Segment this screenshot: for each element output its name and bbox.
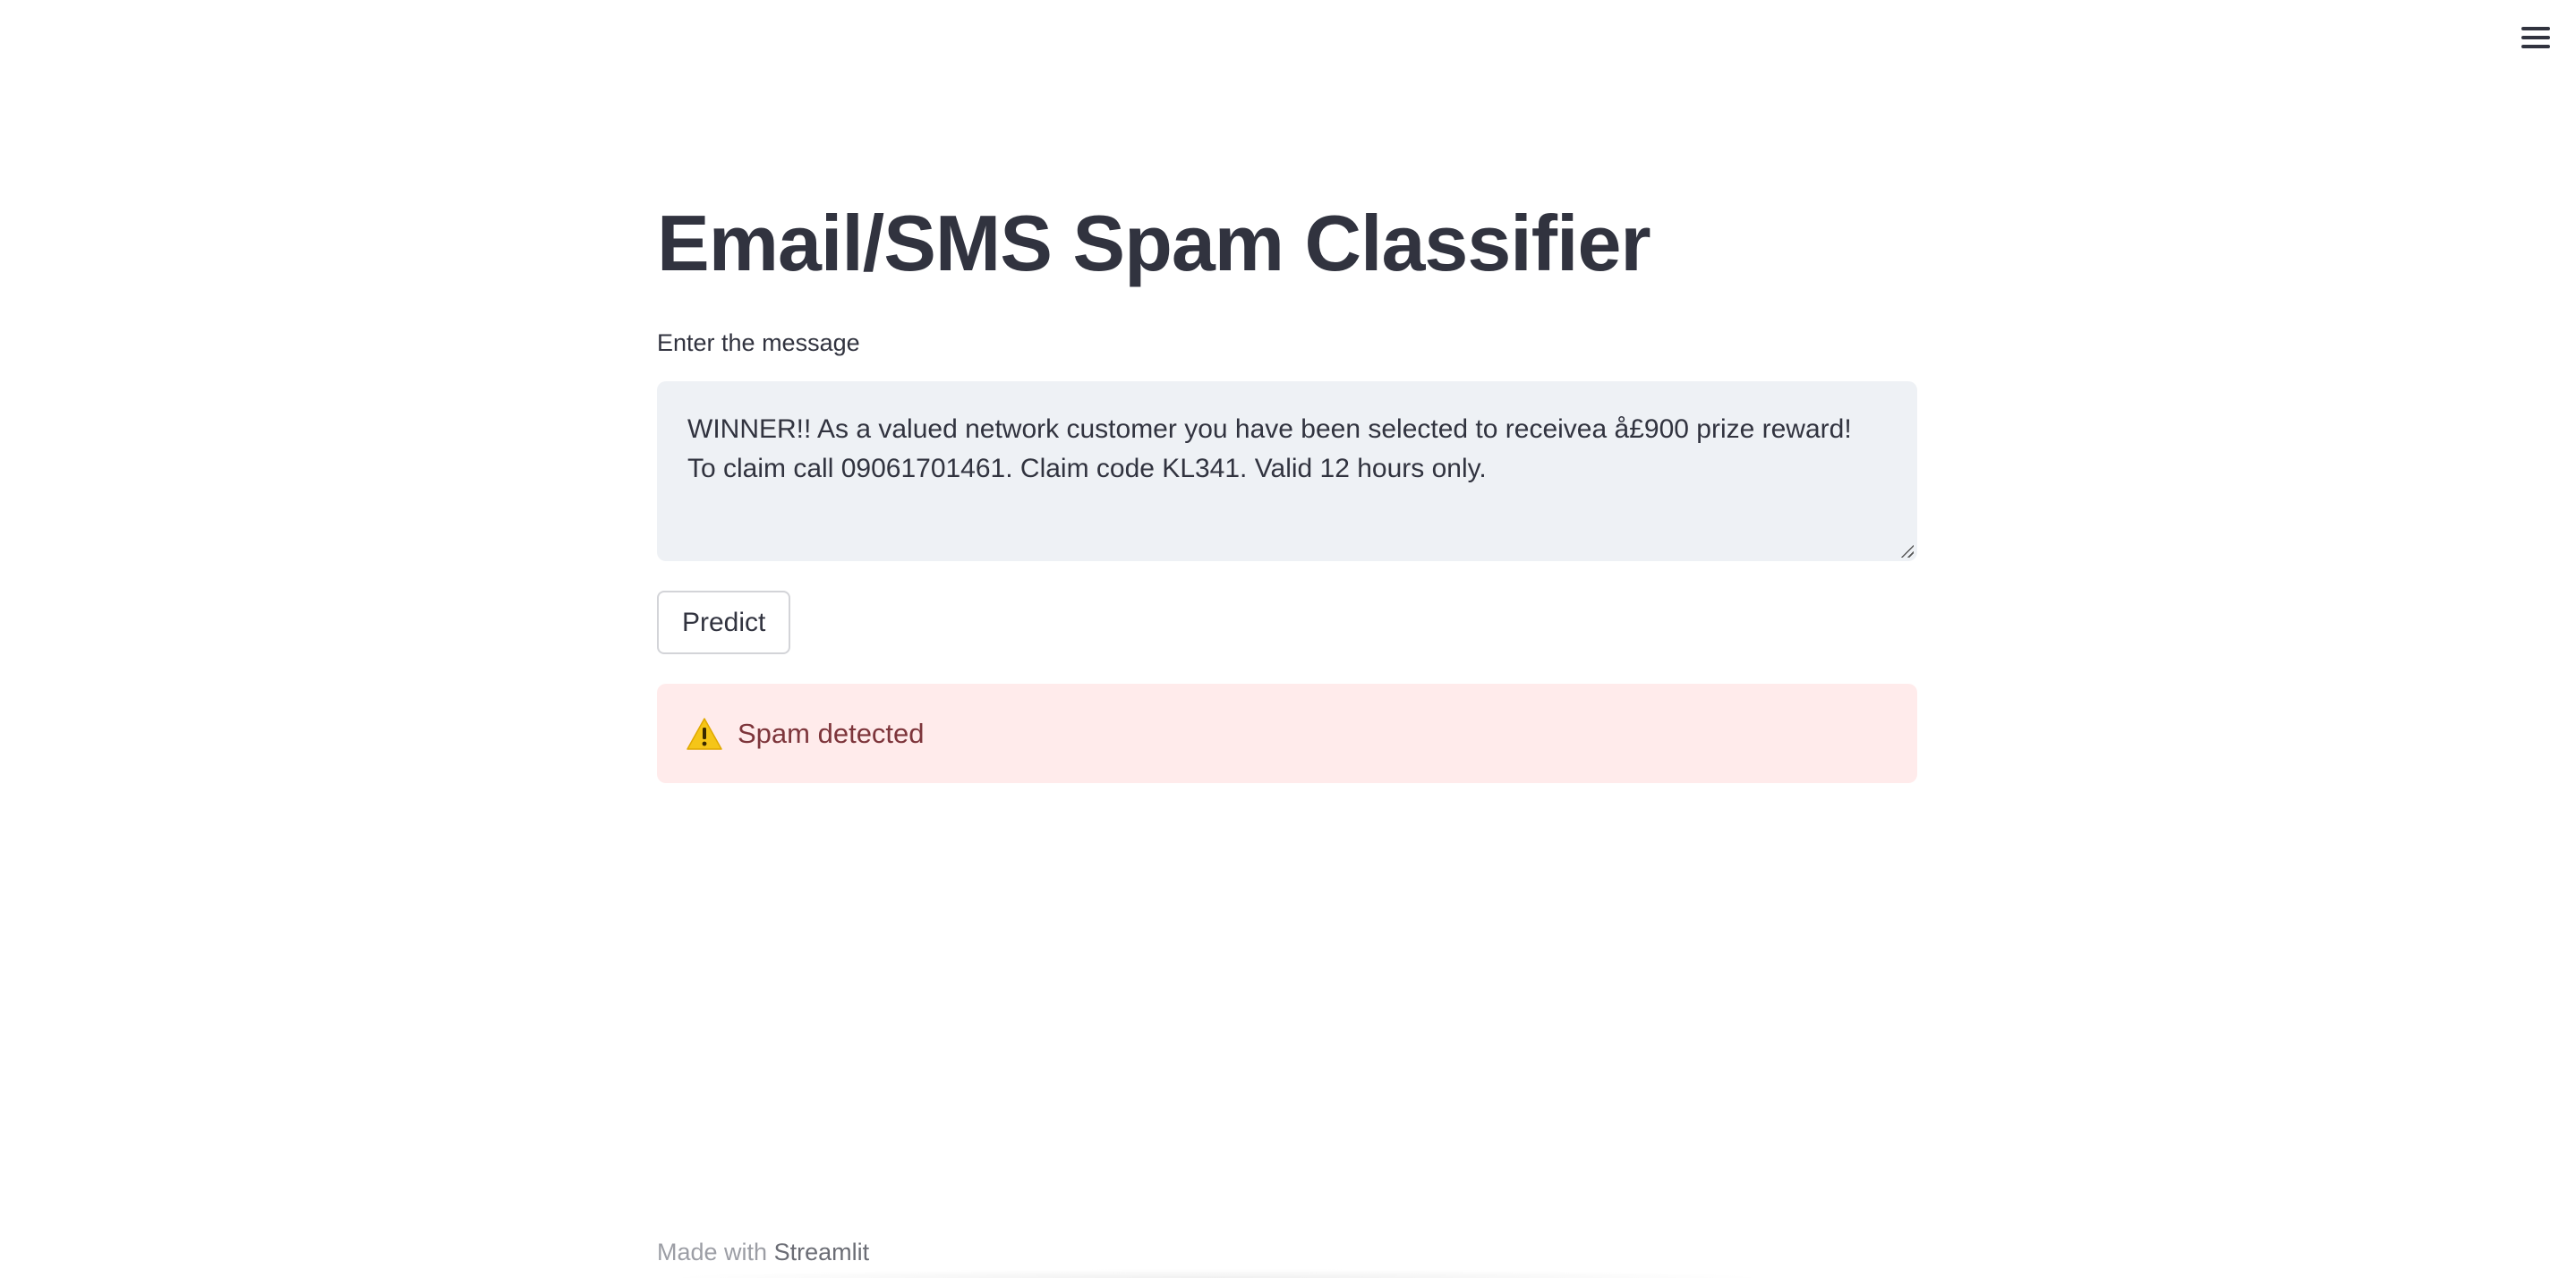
spam-result-alert: Spam detected (657, 684, 1917, 783)
message-text: WINNER!! As a valued network customer yo… (687, 414, 1852, 483)
main-menu-button[interactable] (2517, 21, 2555, 54)
hamburger-menu-icon (2521, 27, 2550, 30)
warning-icon (687, 717, 722, 750)
footer-shadow (657, 1269, 1776, 1278)
result-text: Spam detected (738, 717, 925, 749)
message-textarea[interactable]: WINNER!! As a valued network customer yo… (657, 381, 1917, 561)
footer-prefix: Made with (657, 1239, 768, 1265)
message-input-label: Enter the message (657, 329, 860, 356)
hamburger-menu-icon (2521, 36, 2550, 39)
predict-button[interactable]: Predict (657, 591, 791, 654)
footer: Made with Streamlit (657, 1239, 869, 1266)
hamburger-menu-icon (2521, 45, 2550, 48)
streamlit-link[interactable]: Streamlit (774, 1239, 870, 1265)
app-page: Email/SMS Spam Classifier Enter the mess… (0, 0, 2576, 1278)
resize-handle-icon[interactable] (1899, 543, 1914, 558)
page-title: Email/SMS Spam Classifier (657, 199, 1651, 287)
